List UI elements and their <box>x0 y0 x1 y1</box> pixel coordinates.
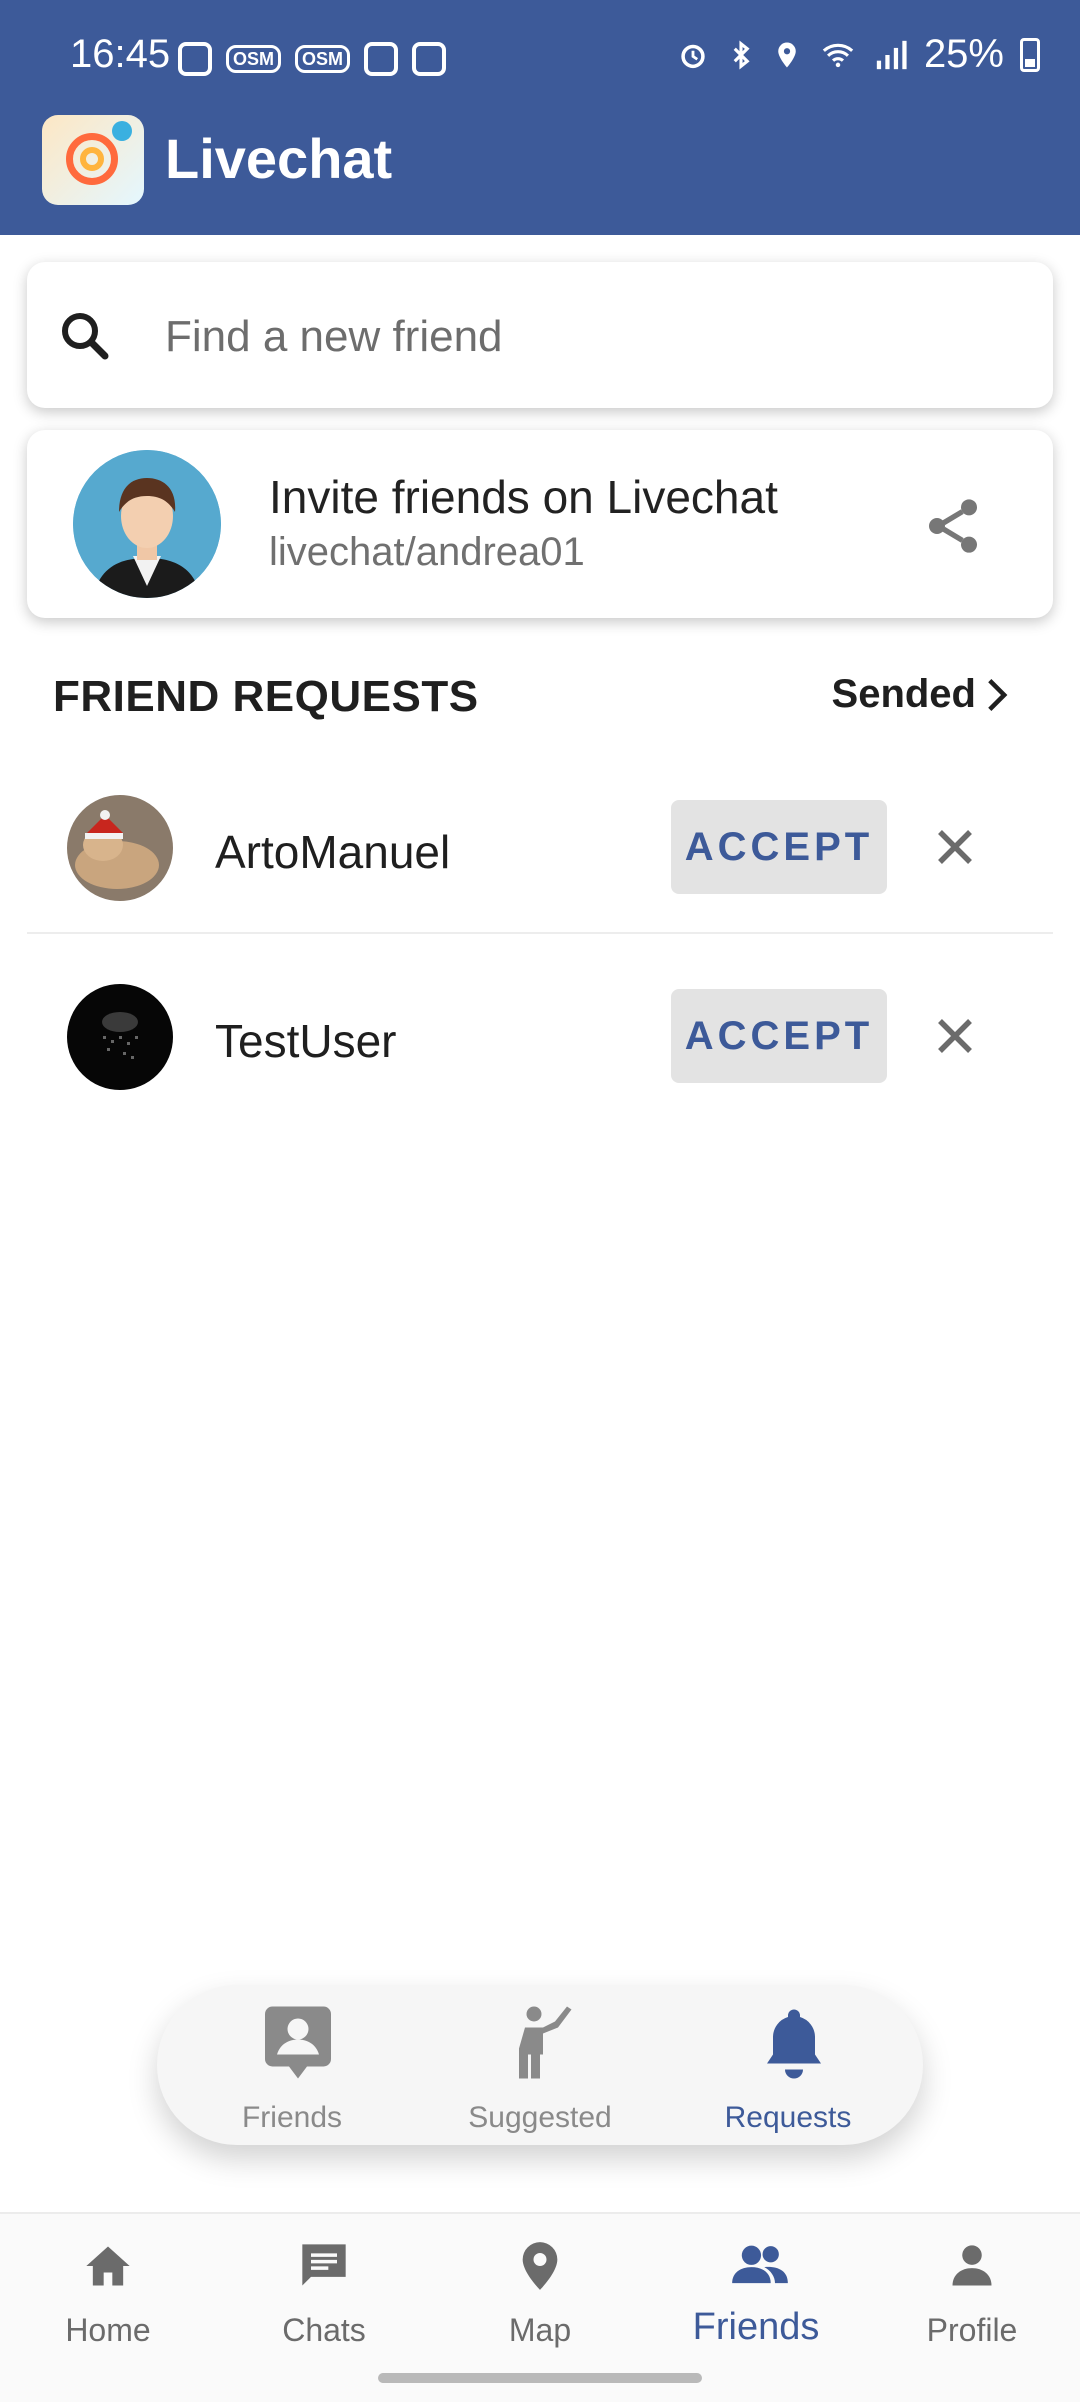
tab-label: Requests <box>724 2101 852 2134</box>
app-logo <box>42 115 144 205</box>
gallery-icon <box>412 42 447 76</box>
invite-title: Invite friends on Livechat <box>269 471 778 523</box>
nav-friends[interactable]: Friends <box>648 2214 864 2364</box>
osm-icon: OSM <box>295 45 351 73</box>
nav-label: Friends <box>692 2306 820 2348</box>
status-bar: 16:45 OSM OSM 25% <box>0 0 1080 120</box>
nav-map[interactable]: Map <box>432 2214 648 2364</box>
tab-label: Friends <box>241 2101 343 2134</box>
osm-icon: OSM <box>226 45 282 73</box>
decline-button[interactable] <box>925 1006 985 1066</box>
wifi-icon <box>822 43 854 67</box>
nav-label: Home <box>65 2312 151 2348</box>
share-icon[interactable] <box>921 494 985 558</box>
tab-friends[interactable]: Friends <box>182 1985 402 2145</box>
invite-link: livechat/andrea01 <box>269 530 585 574</box>
system-icons: 25% <box>676 32 1040 77</box>
map-pin-icon <box>522 2242 558 2290</box>
home-icon <box>86 2246 130 2286</box>
tab-suggested[interactable]: Suggested <box>430 1985 650 2145</box>
section-title: FRIEND REQUESTS <box>53 672 479 721</box>
bluetooth-icon <box>733 39 750 70</box>
requester-name: ArtoManuel <box>215 826 451 878</box>
location-icon <box>778 42 796 67</box>
chat-icon <box>302 2244 346 2286</box>
nav-home[interactable]: Home <box>0 2214 216 2364</box>
app-title: Livechat <box>165 127 393 190</box>
avatar[interactable] <box>67 984 173 1090</box>
avatar[interactable] <box>67 795 173 901</box>
close-icon <box>938 830 972 864</box>
search-input[interactable] <box>163 294 1027 380</box>
app-bar: 16:45 OSM OSM 25% Livechat <box>0 0 1080 235</box>
friend-tabs: Friends Suggested Requests <box>157 1985 923 2145</box>
contact-card-icon <box>265 2006 331 2079</box>
battery-icon <box>1020 37 1040 72</box>
clock-app-icon <box>364 42 399 76</box>
alarm-icon <box>681 44 705 68</box>
nav-chats[interactable]: Chats <box>216 2214 432 2364</box>
accept-button[interactable]: ACCEPT <box>671 800 887 894</box>
nav-profile[interactable]: Profile <box>864 2214 1080 2364</box>
sended-link[interactable]: Sended <box>832 672 1010 717</box>
search-icon <box>62 313 109 360</box>
instagram-icon <box>178 42 212 76</box>
signal-icon <box>876 40 907 69</box>
person-icon <box>952 2245 992 2286</box>
home-indicator[interactable] <box>378 2373 702 2383</box>
search-bar[interactable] <box>27 262 1053 408</box>
tab-requests[interactable]: Requests <box>678 1985 898 2145</box>
group-icon <box>732 2245 788 2284</box>
close-icon <box>938 1019 972 1053</box>
avatar <box>73 450 221 598</box>
request-row: ArtoManuel ACCEPT <box>27 745 1053 933</box>
chevron-right-icon <box>988 678 1008 711</box>
tab-label: Suggested <box>468 2101 612 2134</box>
decline-button[interactable] <box>925 817 985 877</box>
sended-label: Sended <box>831 672 976 716</box>
accept-button[interactable]: ACCEPT <box>671 989 887 1083</box>
invite-card[interactable]: Invite friends on Livechat livechat/andr… <box>27 430 1053 618</box>
request-row: TestUser ACCEPT <box>27 934 1053 1122</box>
nav-label: Map <box>508 2312 572 2348</box>
person-waving-icon <box>519 2006 572 2079</box>
battery-percentage: 25% <box>923 32 1004 76</box>
status-time: 16:45 <box>70 32 171 76</box>
bell-icon <box>767 2009 821 2079</box>
notification-icons: OSM OSM <box>178 42 447 76</box>
nav-label: Chats <box>282 2312 366 2348</box>
requester-name: TestUser <box>215 1015 397 1067</box>
nav-label: Profile <box>926 2312 1018 2348</box>
